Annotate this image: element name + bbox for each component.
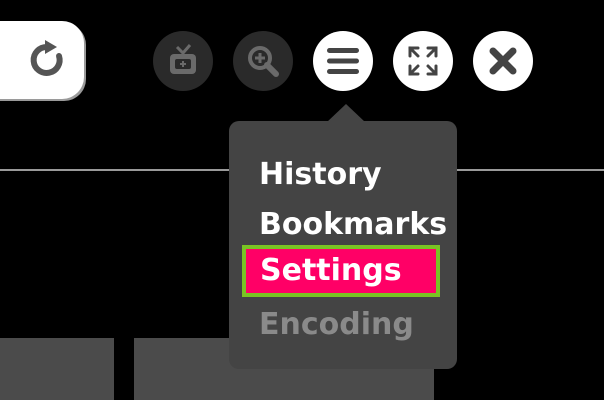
menu-item-encoding: Encoding xyxy=(259,307,414,342)
fullscreen-button[interactable] xyxy=(393,31,453,91)
refresh-button[interactable] xyxy=(0,21,84,99)
content-tile[interactable] xyxy=(0,338,114,400)
refresh-icon xyxy=(30,40,63,76)
menu-item-bookmarks[interactable]: Bookmarks xyxy=(259,203,447,247)
zoom-in-icon xyxy=(248,46,279,77)
fullscreen-icon xyxy=(408,46,438,76)
menu-icon xyxy=(327,48,359,74)
tv-icon xyxy=(170,44,196,74)
dropdown-menu: History Bookmarks Settings Encoding xyxy=(229,121,457,369)
menu-pointer xyxy=(327,104,365,122)
close-icon xyxy=(489,47,517,75)
menu-item-history[interactable]: History xyxy=(259,153,382,197)
zoom-in-button[interactable] xyxy=(233,31,293,91)
close-button[interactable] xyxy=(473,31,533,91)
tv-button[interactable] xyxy=(153,31,213,91)
menu-item-settings[interactable]: Settings xyxy=(242,245,440,297)
menu-button[interactable] xyxy=(313,31,373,91)
